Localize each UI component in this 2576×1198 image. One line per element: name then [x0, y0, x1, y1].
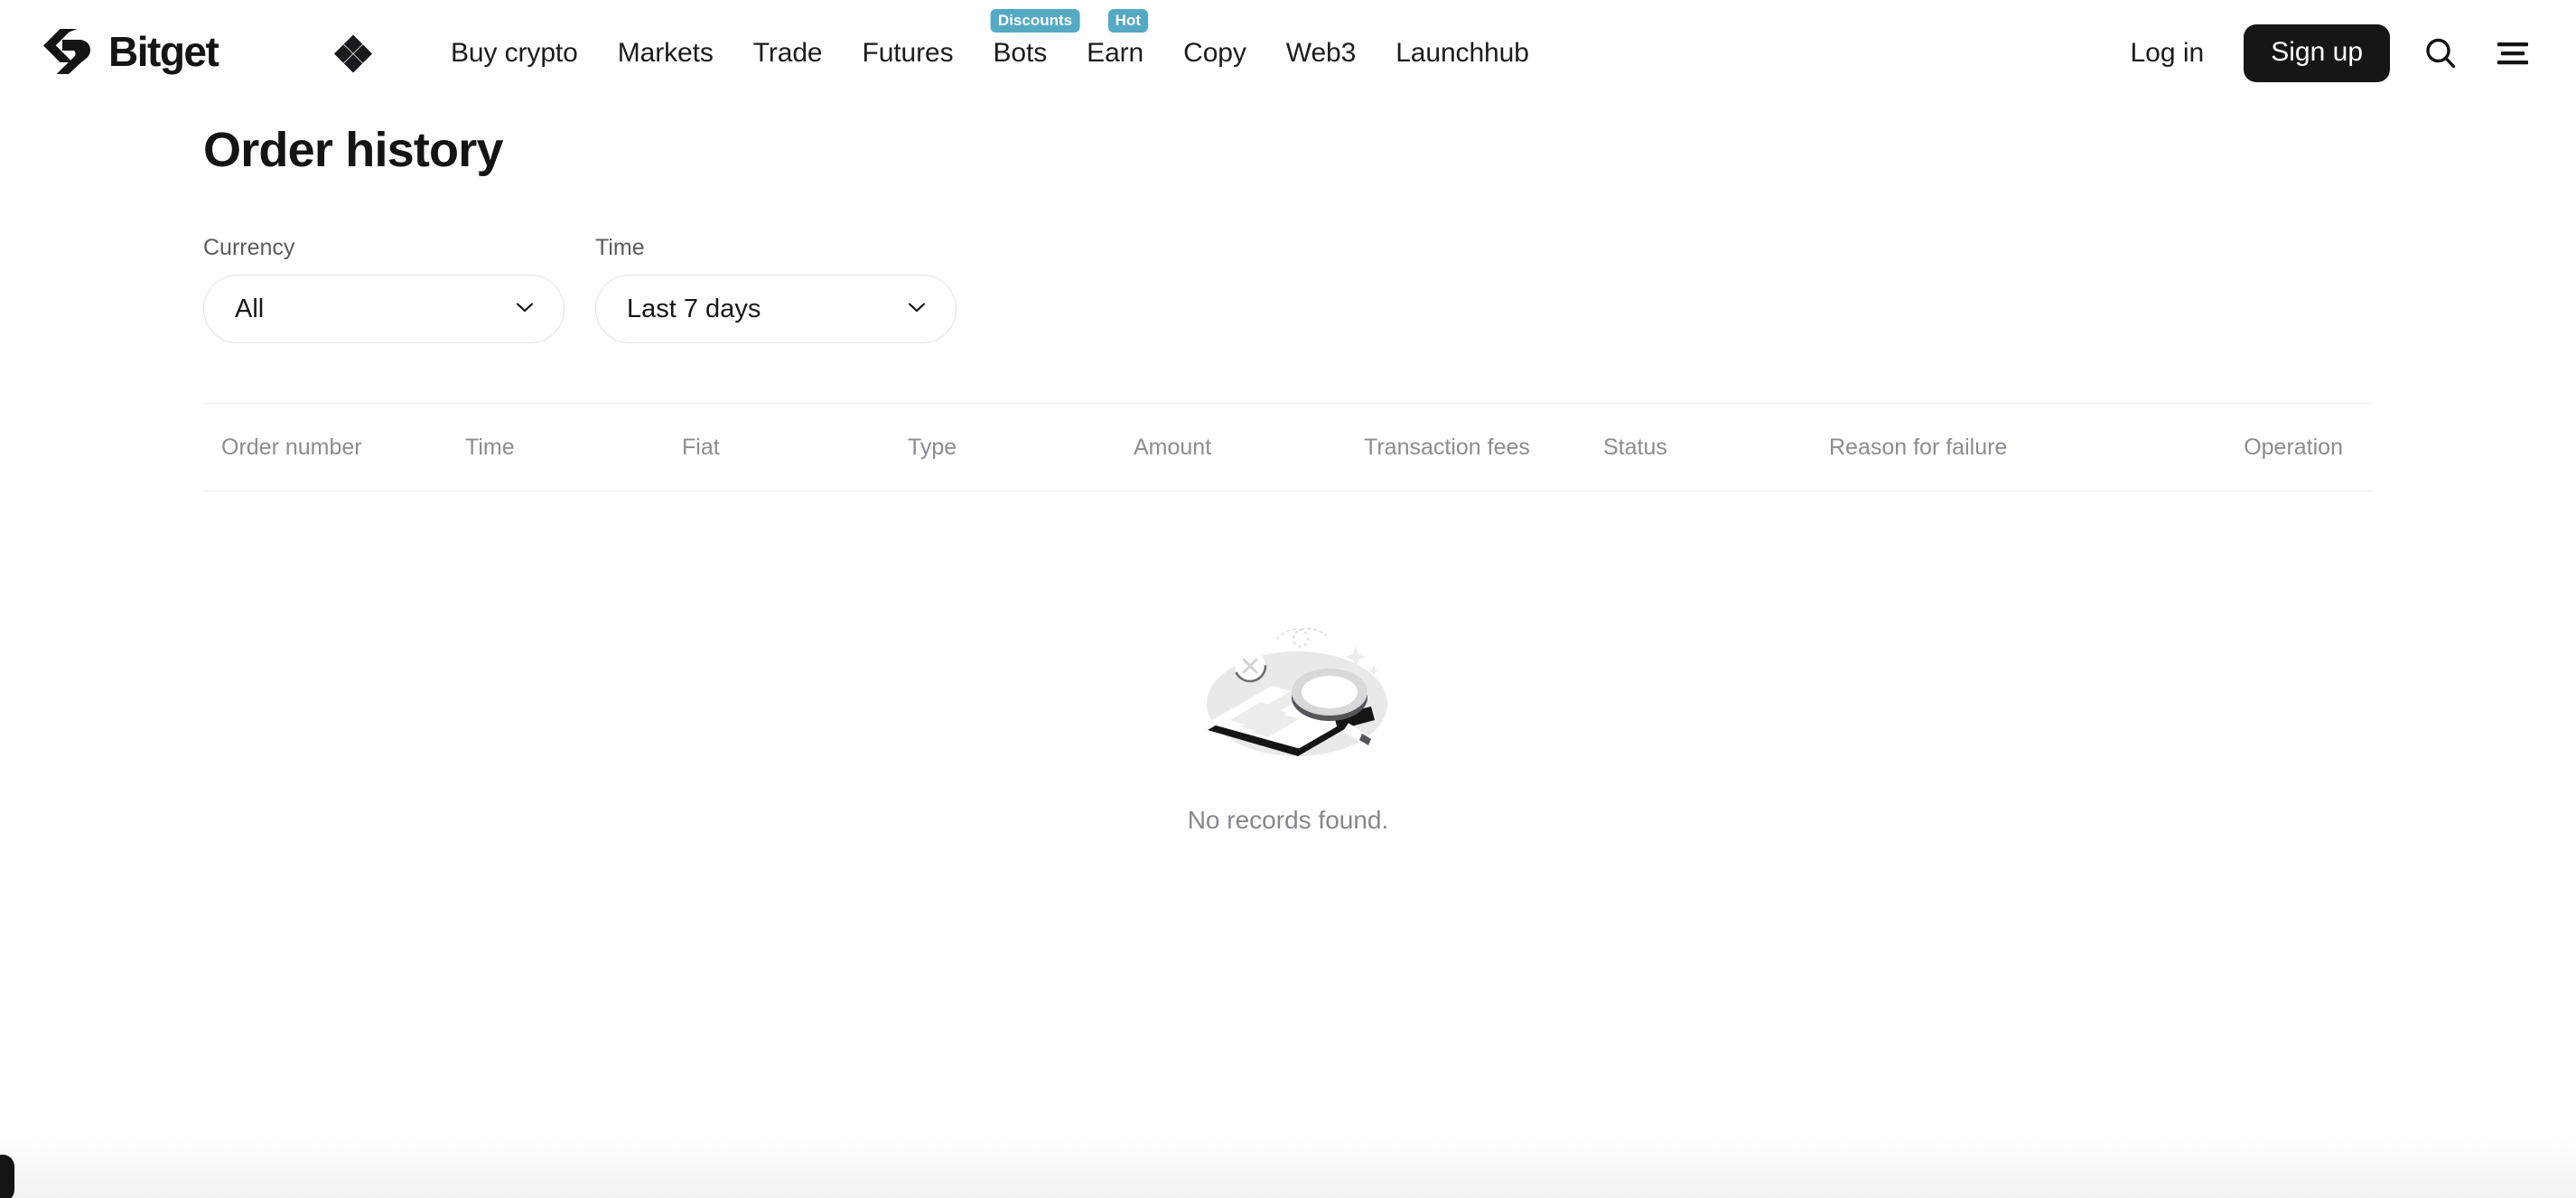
bitget-diamond-icon[interactable]: [333, 33, 373, 73]
footer-fade: [0, 1138, 2576, 1198]
nav-item-web3[interactable]: Web3: [1266, 0, 1376, 107]
bitget-logo: Bitget: [42, 27, 284, 80]
nav-item-bots[interactable]: Discounts Bots: [974, 0, 1080, 107]
bitget-logo-link[interactable]: Bitget: [42, 0, 284, 107]
nav-label: Markets: [617, 38, 714, 68]
main-content: Order history Currency All Time Last 7 d…: [0, 122, 2576, 835]
nav-item-futures[interactable]: Futures: [843, 0, 974, 107]
top-navigation-bar: Bitget Buy crypto Markets Trade Futures …: [0, 0, 2576, 107]
search-icon[interactable]: [2422, 35, 2459, 71]
nav-badge-hot: Hot: [1107, 9, 1148, 33]
nav-label: Bots: [993, 38, 1048, 68]
chevron-down-icon: [905, 295, 929, 323]
column-header-fiat: Fiat: [682, 434, 720, 460]
empty-state: No records found.: [203, 604, 2373, 835]
page-root: Bitget Buy crypto Markets Trade Futures …: [0, 0, 2576, 1198]
filter-time: Time Last 7 days: [595, 235, 957, 343]
nav-item-trade[interactable]: Trade: [733, 0, 843, 107]
hamburger-menu-icon[interactable]: [2495, 40, 2531, 67]
nav-label: Trade: [752, 38, 823, 68]
filter-currency: Currency All: [203, 235, 565, 343]
nav-label: Web3: [1285, 38, 1357, 68]
currency-select[interactable]: All: [203, 275, 565, 343]
empty-state-message: No records found.: [1187, 806, 1389, 834]
signup-button[interactable]: Sign up: [2244, 24, 2390, 82]
nav-item-earn[interactable]: Hot Earn: [1067, 0, 1163, 107]
nav-item-markets[interactable]: Markets: [598, 0, 733, 107]
nav-item-launchhub[interactable]: Launchhub: [1376, 0, 1549, 107]
svg-text:Bitget: Bitget: [108, 28, 219, 75]
order-history-table: Order number Time Fiat Type Amount Trans…: [203, 403, 2373, 835]
nav-label: Futures: [862, 38, 954, 68]
column-header-operation: Operation: [2244, 434, 2343, 460]
chevron-down-icon: [513, 295, 537, 323]
nav-label: Launchhub: [1395, 38, 1529, 68]
nav-label: Earn: [1087, 38, 1144, 68]
nav-item-buy-crypto[interactable]: Buy crypto: [431, 0, 598, 107]
column-header-time: Time: [465, 434, 515, 460]
primary-nav-links: Buy crypto Markets Trade Futures Discoun…: [431, 0, 1549, 107]
column-header-order-number: Order number: [221, 434, 362, 460]
nav-label: Buy crypto: [451, 38, 578, 68]
no-records-document-magnifier-illustration: [1171, 604, 1405, 776]
column-header-transaction-fees: Transaction fees: [1364, 434, 1530, 460]
nav-item-copy[interactable]: Copy: [1163, 0, 1266, 107]
filter-label-time: Time: [595, 235, 645, 260]
table-header-row: Order number Time Fiat Type Amount Trans…: [203, 403, 2373, 491]
currency-select-value: All: [235, 294, 265, 323]
nav-right-actions: Log in Sign up: [2109, 24, 2537, 82]
time-select-value: Last 7 days: [627, 294, 761, 323]
column-header-type: Type: [908, 434, 957, 460]
page-title: Order history: [203, 123, 504, 177]
login-button[interactable]: Log in: [2109, 38, 2226, 69]
nav-label: Copy: [1183, 38, 1246, 68]
floating-corner-widget[interactable]: [0, 1155, 14, 1198]
column-header-amount: Amount: [1134, 434, 1212, 460]
filter-label-currency: Currency: [203, 235, 295, 260]
column-header-status: Status: [1603, 434, 1667, 460]
filter-bar: Currency All Time Last 7 days: [203, 235, 2373, 343]
time-select[interactable]: Last 7 days: [595, 275, 957, 343]
column-header-reason-for-failure: Reason for failure: [1829, 434, 2008, 460]
